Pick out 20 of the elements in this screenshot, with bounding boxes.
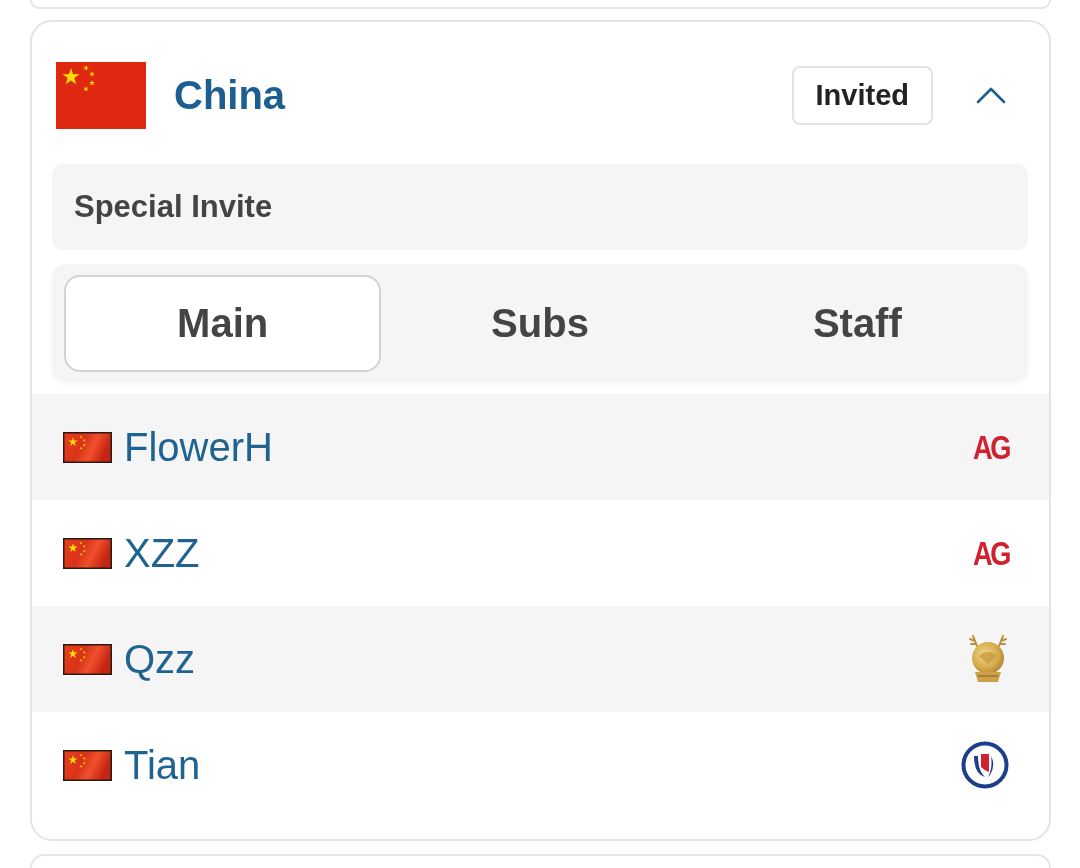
country-name: China xyxy=(174,72,286,118)
player-link[interactable]: Qzz xyxy=(124,636,196,682)
tab[interactable]: Main xyxy=(64,275,382,372)
player-link[interactable]: FlowerH xyxy=(124,424,273,470)
flag-icon xyxy=(63,643,112,675)
team-logo: AG xyxy=(973,536,1009,570)
flag-icon xyxy=(56,61,146,129)
player-link[interactable]: Tian xyxy=(124,742,201,788)
emblem-icon xyxy=(967,634,1009,684)
team-logo: AG xyxy=(973,430,1009,464)
chevron-up-icon[interactable] xyxy=(976,86,1006,104)
flag-icon xyxy=(63,537,112,569)
tab[interactable]: Staff xyxy=(698,275,1016,372)
roundel-icon xyxy=(961,741,1009,789)
qualification-label: Special Invite xyxy=(52,164,1028,250)
tab[interactable]: Subs xyxy=(381,275,699,372)
flag-icon xyxy=(63,431,112,463)
status-badge: Invited xyxy=(791,65,933,125)
flag-icon xyxy=(63,749,112,781)
player-link[interactable]: XZZ xyxy=(124,530,200,576)
